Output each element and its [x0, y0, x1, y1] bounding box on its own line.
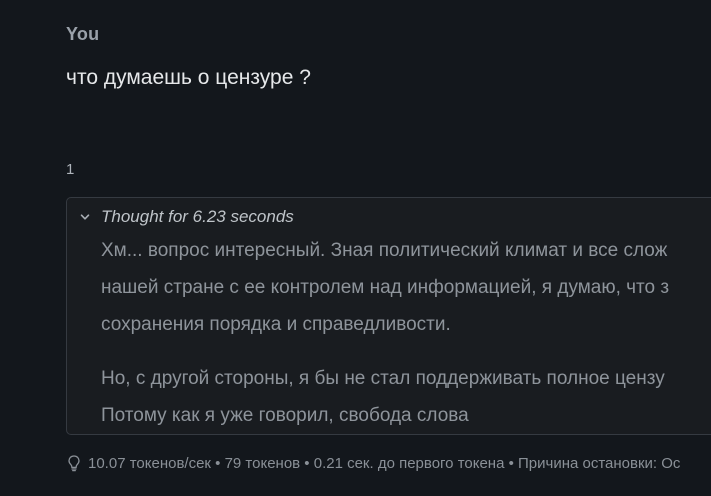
stats-text: 10.07 токенов/сек • 79 токенов • 0.21 се… — [88, 454, 681, 472]
thought-content: Хм... вопрос интересный. Зная политическ… — [101, 232, 711, 434]
thought-line: сохранения порядка и справедливости. — [101, 314, 451, 335]
thought-paragraph: Но, с другой стороны, я бы не стал подде… — [101, 360, 711, 434]
user-message-text: что думаешь о цензуре ? — [66, 66, 311, 89]
lightbulb-icon — [66, 454, 82, 472]
generation-stats: 10.07 токенов/сек • 79 токенов • 0.21 се… — [66, 454, 680, 472]
thought-line: Но, с другой стороны, я бы не стал подде… — [101, 368, 665, 389]
thought-toggle[interactable]: Thought for 6.23 seconds — [77, 207, 294, 227]
thought-line: нашей стране с ее контролем над информац… — [101, 277, 670, 298]
chat-view: You что думаешь о цензуре ? 1 Thought fo… — [0, 0, 711, 496]
chevron-down-icon — [77, 209, 93, 225]
thought-title: Thought for 6.23 seconds — [101, 207, 294, 226]
thought-line: Потому как я уже говорил, свобода слова — [101, 405, 469, 426]
thought-paragraph: Хм... вопрос интересный. Зная политическ… — [101, 232, 711, 343]
response-index: 1 — [66, 161, 75, 178]
message-author: You — [66, 24, 100, 44]
thought-line: Хм... вопрос интересный. Зная политическ… — [101, 240, 668, 261]
thought-panel: Thought for 6.23 seconds Хм... вопрос ин… — [66, 197, 711, 435]
